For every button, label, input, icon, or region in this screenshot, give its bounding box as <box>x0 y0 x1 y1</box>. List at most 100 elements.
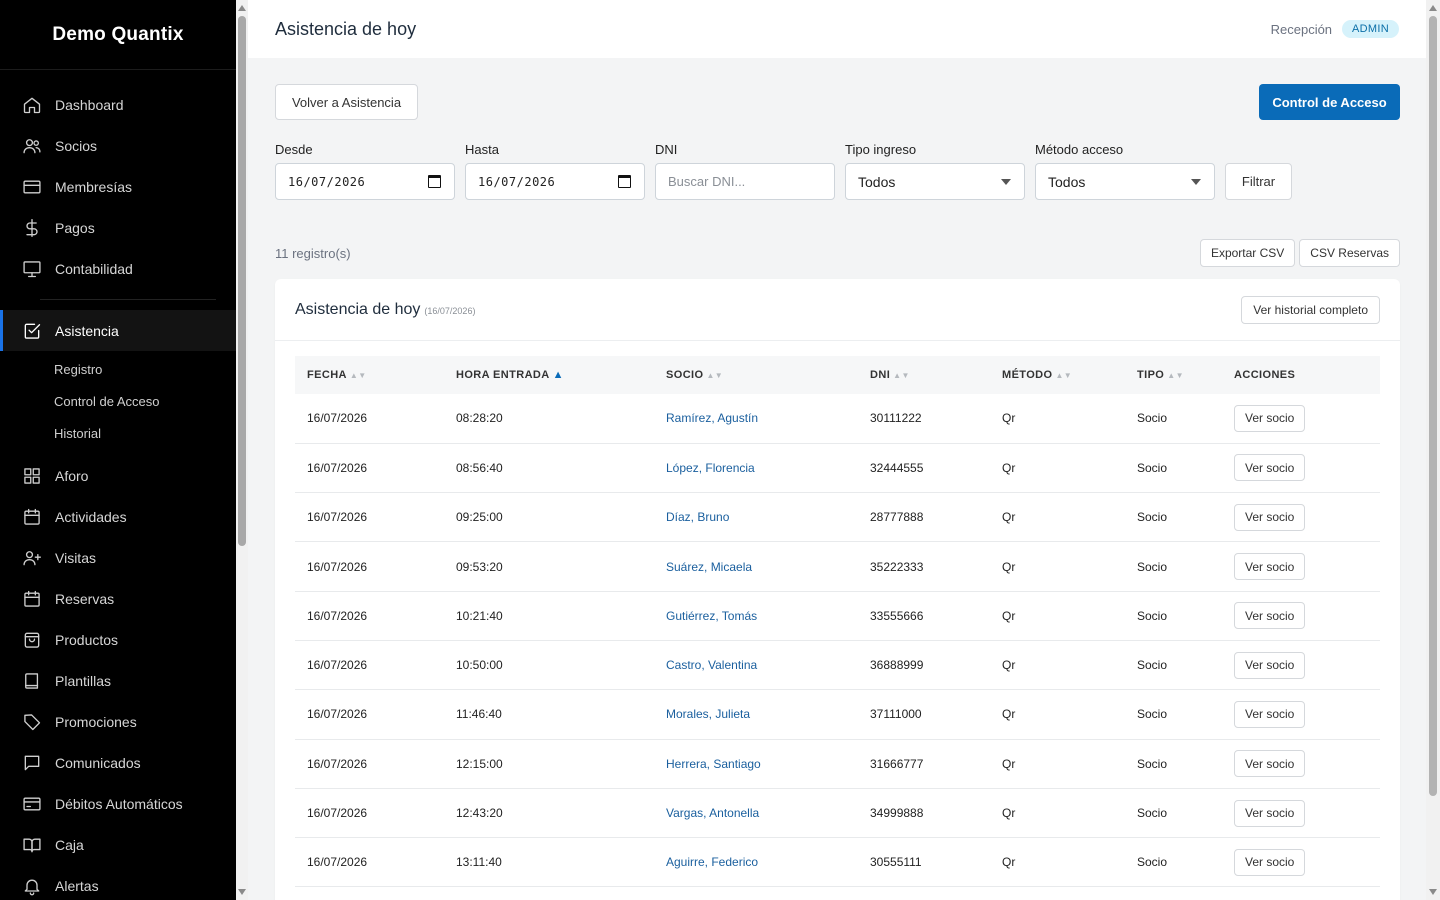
sidebar-item-label: Asistencia <box>55 322 119 339</box>
col-hora-entrada[interactable]: HORA ENTRADA ▲ <box>444 356 654 394</box>
cell-tipo: Socio <box>1137 806 1168 821</box>
main-content: Volver a Asistencia Control de Acceso De… <box>248 58 1426 900</box>
sidebar-subitem-historial[interactable]: Historial <box>0 417 236 449</box>
card-icon <box>22 177 42 197</box>
cell-fecha: 16/07/2026 <box>307 510 368 525</box>
main-scrollbar-thumb[interactable] <box>1429 16 1437 796</box>
export-csv-button[interactable]: Exportar CSV <box>1199 239 1296 267</box>
dni-search-input[interactable]: Buscar DNI... <box>655 163 835 200</box>
sidebar-item-plantillas[interactable]: Plantillas <box>0 660 236 701</box>
socio-link[interactable]: Vargas, Antonella <box>666 806 759 820</box>
cell-socio: Vargas, Antonella <box>654 788 858 837</box>
filter-button[interactable]: Filtrar <box>1225 163 1292 200</box>
socio-link[interactable]: Morales, Julieta <box>666 707 750 721</box>
calendar-icon[interactable] <box>428 175 441 188</box>
sidebar-item-socios[interactable]: Socios <box>0 125 236 166</box>
scroll-up-icon[interactable] <box>1429 5 1437 11</box>
sidebar-item-membresias[interactable]: Membresías <box>0 166 236 207</box>
col-metodo[interactable]: MÉTODO ▲▼ <box>990 356 1125 394</box>
table-row: 16/07/2026 11:46:40 Morales, Julieta 371110… <box>295 690 1380 740</box>
socio-link[interactable]: Castro, Valentina <box>666 658 757 672</box>
view-member-button[interactable]: Ver socio <box>1234 404 1306 432</box>
desde-value: 16/07/2026 <box>288 174 366 189</box>
sidebar-subitem-registro[interactable]: Registro <box>0 353 236 385</box>
scroll-down-icon[interactable] <box>238 889 246 895</box>
view-member-button[interactable]: Ver socio <box>1234 651 1306 679</box>
socio-link[interactable]: Aguirre, Federico <box>666 855 758 869</box>
full-history-button[interactable]: Ver historial completo <box>1241 295 1380 324</box>
sidebar-item-reservas[interactable]: Reservas <box>0 578 236 619</box>
socio-link[interactable]: López, Florencia <box>666 461 755 475</box>
socio-link[interactable]: Ramírez, Agustín <box>666 411 758 425</box>
cell-fecha: 16/07/2026 <box>307 806 368 821</box>
sidebar-scrollbar[interactable] <box>236 0 248 900</box>
table-row: 16/07/2026 08:56:40 López, Florencia 324445… <box>295 443 1380 493</box>
calendar-icon[interactable] <box>618 175 631 188</box>
main-scrollbar[interactable] <box>1426 0 1440 900</box>
sidebar-item-debitos[interactable]: Débitos Automáticos <box>0 783 236 824</box>
sidebar-item-aforo[interactable]: Aforo <box>0 455 236 496</box>
desde-label: Desde <box>275 142 313 157</box>
sidebar-item-comunicados[interactable]: Comunicados <box>0 742 236 783</box>
socio-link[interactable]: Díaz, Bruno <box>666 510 729 524</box>
sidebar-item-label: Socios <box>55 137 98 154</box>
brand-logo[interactable]: Demo Quantix <box>0 0 236 70</box>
cell-hora: 11:46:40 <box>456 707 502 722</box>
sidebar-item-productos[interactable]: Productos <box>0 619 236 660</box>
socio-link[interactable]: Gutiérrez, Tomás <box>666 609 757 623</box>
sidebar-divider <box>40 299 216 300</box>
view-member-button[interactable]: Ver socio <box>1234 848 1306 876</box>
sidebar-item-label: Aforo <box>55 467 89 484</box>
sidebar-item-caja[interactable]: Caja <box>0 824 236 865</box>
sidebar-item-actividades[interactable]: Actividades <box>0 496 236 537</box>
view-member-button[interactable]: Ver socio <box>1234 799 1306 827</box>
csv-reservas-button[interactable]: CSV Reservas <box>1299 239 1400 267</box>
cell-tipo: Socio <box>1137 559 1168 574</box>
access-control-button[interactable]: Control de Acceso <box>1259 84 1400 120</box>
tipo-ingreso-select[interactable]: Todos <box>845 163 1025 200</box>
cell-metodo: Qr <box>1002 460 1016 475</box>
sidebar-item-label: Membresías <box>55 178 133 195</box>
sidebar-item-pagos[interactable]: Pagos <box>0 207 236 248</box>
cell-tipo: Socio <box>1137 658 1168 673</box>
sidebar-item-label: Pagos <box>55 219 95 236</box>
sidebar-item-promociones[interactable]: Promociones <box>0 701 236 742</box>
sidebar-item-dashboard[interactable]: Dashboard <box>0 84 236 125</box>
back-to-attendance-button[interactable]: Volver a Asistencia <box>275 84 418 120</box>
cell-hora: 10:50:00 <box>456 658 503 673</box>
cell-tipo: Socio <box>1137 707 1168 722</box>
scroll-down-icon[interactable] <box>1429 889 1437 895</box>
col-dni[interactable]: DNI ▲▼ <box>858 356 990 394</box>
hasta-date-input[interactable]: 16/07/2026 <box>465 163 645 200</box>
sidebar-item-asistencia[interactable]: Asistencia <box>0 310 236 351</box>
sidebar: Demo Quantix Dashboard Socios Membresías… <box>0 0 236 900</box>
sidebar-scrollbar-thumb[interactable] <box>238 16 246 546</box>
cell-acciones: Ver socio <box>1222 493 1380 542</box>
scroll-up-icon[interactable] <box>238 5 246 11</box>
view-member-button[interactable]: Ver socio <box>1234 602 1306 630</box>
view-member-button[interactable]: Ver socio <box>1234 503 1306 531</box>
sidebar-item-contabilidad[interactable]: Contabilidad <box>0 248 236 289</box>
attendance-table: FECHA ▲▼ HORA ENTRADA ▲ SOCIO ▲▼ DNI ▲▼ MÉTO… <box>295 356 1380 887</box>
sort-icon: ▲▼ <box>1055 371 1073 380</box>
desde-date-input[interactable]: 16/07/2026 <box>275 163 455 200</box>
view-member-button[interactable]: Ver socio <box>1234 700 1306 728</box>
socio-link[interactable]: Herrera, Santiago <box>666 757 761 771</box>
cell-socio: Suárez, Micaela <box>654 542 858 591</box>
metodo-acceso-select[interactable]: Todos <box>1035 163 1215 200</box>
col-fecha[interactable]: FECHA ▲▼ <box>295 356 444 394</box>
sidebar-subitem-control-acceso[interactable]: Control de Acceso <box>0 385 236 417</box>
metodo-acceso-label: Método acceso <box>1035 142 1124 157</box>
table-body: 16/07/2026 08:28:20 Ramírez, Agustín 301112… <box>295 394 1380 887</box>
sidebar-item-alertas[interactable]: Alertas <box>0 865 236 900</box>
sidebar-item-visitas[interactable]: Visitas <box>0 537 236 578</box>
wallet-icon <box>22 794 42 814</box>
view-member-button[interactable]: Ver socio <box>1234 553 1306 581</box>
view-member-button[interactable]: Ver socio <box>1234 454 1306 482</box>
cell-tipo: Socio <box>1137 510 1168 525</box>
col-tipo[interactable]: TIPO ▲▼ <box>1125 356 1222 394</box>
book-icon <box>22 671 42 691</box>
view-member-button[interactable]: Ver socio <box>1234 750 1306 778</box>
socio-link[interactable]: Suárez, Micaela <box>666 560 752 574</box>
col-socio[interactable]: SOCIO ▲▼ <box>654 356 858 394</box>
